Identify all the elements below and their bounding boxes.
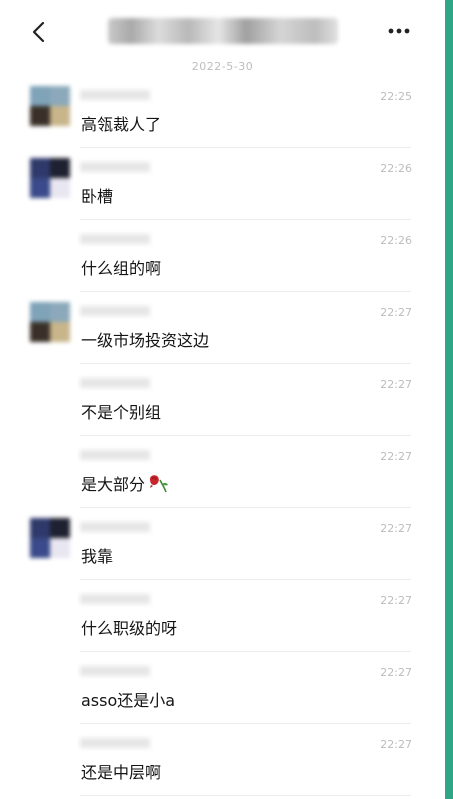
sender-name: ████ [80, 594, 150, 604]
chat-message[interactable]: ████ 22:27 asso还是小a [0, 652, 445, 724]
sender-name: ████ [80, 666, 150, 676]
chat-message[interactable]: ████ 22:26 什么组的啊 [0, 220, 445, 292]
message-text: asso还是小a [81, 691, 176, 710]
message-text: 不是个别组 [81, 403, 162, 422]
chat-message[interactable]: ████ 22:27 我靠 [0, 508, 445, 580]
message-text: 高瓴裁人了 [81, 115, 162, 134]
message-time: 22:27 [380, 306, 412, 319]
sender-name: ████ [80, 90, 150, 100]
sender-name: ████ [80, 522, 150, 532]
message-text: 还是中层啊 [81, 763, 162, 782]
message-time: 22:27 [380, 450, 412, 463]
chat-header: ████ ████ ████ [0, 0, 445, 62]
message-text: 一级市场投资这边 [81, 331, 210, 350]
sender-name: ████ [80, 234, 150, 244]
avatar[interactable] [30, 518, 70, 558]
more-dots-icon [388, 28, 410, 34]
sender-name: ████ [80, 738, 150, 748]
chat-message[interactable]: ████ 22:26 卧槽 [0, 148, 445, 220]
right-edge-accent-bar [445, 0, 453, 799]
message-text: 什么职级的呀 [81, 619, 178, 638]
chat-message[interactable]: ████ 22:25 高瓴裁人了 [0, 76, 445, 148]
more-options-button[interactable] [386, 22, 412, 40]
message-time: 22:27 [380, 378, 412, 391]
chat-message[interactable]: ████ 22:27 还是中层啊 [0, 724, 445, 796]
sender-name: ████ [80, 378, 150, 388]
chat-message[interactable]: ████ 22:27 是大部分 [0, 436, 445, 508]
message-time: 22:27 [380, 594, 412, 607]
message-text: 我靠 [81, 547, 114, 566]
message-time: 22:25 [380, 90, 412, 103]
message-time: 22:26 [380, 234, 412, 247]
message-text: 卧槽 [81, 187, 114, 206]
date-separator: 2022-5-30 [191, 60, 254, 73]
avatar[interactable] [30, 158, 70, 198]
chat-message[interactable]: ████ 22:27 一级市场投资这边 [0, 292, 445, 364]
sender-name: ████ [80, 306, 150, 316]
message-text: 是大部分 [81, 475, 146, 494]
message-time: 22:27 [380, 666, 412, 679]
message-text-row: 是大部分 [81, 471, 169, 495]
chevron-left-icon [32, 21, 45, 43]
message-text: 什么组的啊 [81, 259, 162, 278]
back-button[interactable] [26, 18, 50, 46]
chat-title: ████ ████ ████ [108, 18, 338, 44]
chat-message[interactable]: ████ 22:27 不是个别组 [0, 364, 445, 436]
message-time: 22:26 [380, 162, 412, 175]
avatar[interactable] [30, 302, 70, 342]
message-time: 22:27 [380, 522, 412, 535]
avatar[interactable] [30, 86, 70, 126]
sender-name: ████ [80, 450, 150, 460]
divider [80, 795, 411, 796]
sender-name: ████ [80, 162, 150, 172]
wilted-rose-icon [150, 475, 169, 493]
chat-message[interactable]: ████ 22:27 什么职级的呀 [0, 580, 445, 652]
message-time: 22:27 [380, 738, 412, 751]
